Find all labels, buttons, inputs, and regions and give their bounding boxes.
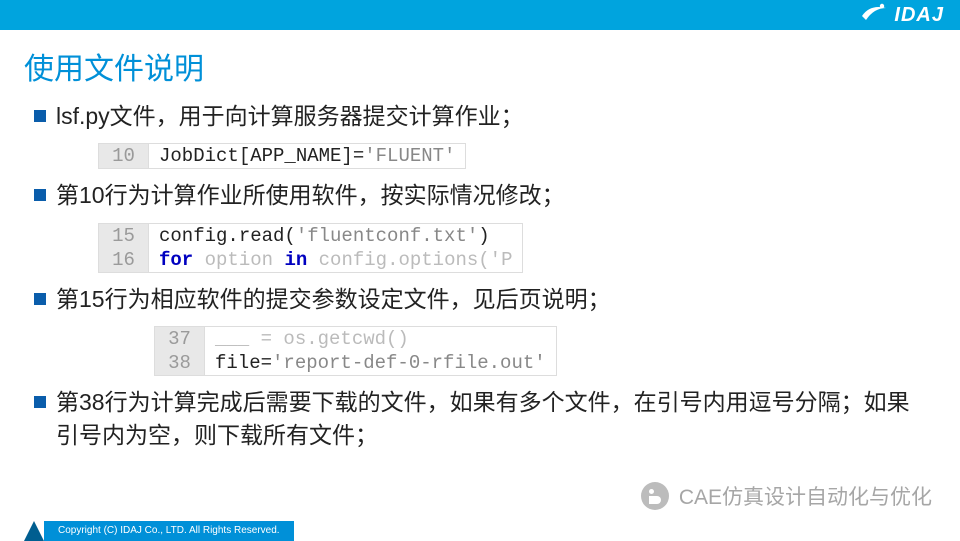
logo-swoosh-icon xyxy=(860,2,888,29)
code-snippet-1: 10 JobDict[APP_NAME]='FLUENT' xyxy=(98,143,466,169)
code-line: config.read('fluentconf.txt') xyxy=(149,224,500,248)
brand-text: IDAJ xyxy=(894,4,944,27)
copyright: Copyright (C) IDAJ Co., LTD. All Rights … xyxy=(44,521,294,541)
code-line: for option in config.options('P xyxy=(149,248,522,272)
watermark-text: CAE仿真设计自动化与优化 xyxy=(679,481,932,511)
bullet-square-icon xyxy=(34,396,46,408)
code-line: file='report-def-0-rfile.out' xyxy=(205,351,556,375)
watermark: CAE仿真设计自动化与优化 xyxy=(641,481,932,511)
slide-title: 使用文件说明 xyxy=(24,44,204,88)
bullet-square-icon xyxy=(34,293,46,305)
bullet-square-icon xyxy=(34,110,46,122)
bullet-item: lsf.py文件，用于向计算服务器提交计算作业； xyxy=(34,100,926,133)
bullet-text: lsf.py文件，用于向计算服务器提交计算作业； xyxy=(56,100,524,133)
line-number: 15 xyxy=(99,224,149,248)
bullet-item: 第38行为计算完成后需要下载的文件，如果有多个文件，在引号内用逗号分隔；如果引号… xyxy=(34,386,926,453)
code-line: JobDict[APP_NAME]='FLUENT' xyxy=(149,144,465,168)
code-line: ___ = os.getcwd() xyxy=(205,327,419,351)
line-number: 37 xyxy=(155,327,205,351)
bullet-text: 第10行为计算作业所使用软件，按实际情况修改； xyxy=(56,179,565,212)
bullet-text: 第15行为相应软件的提交参数设定文件，见后页说明； xyxy=(56,283,611,316)
code-snippet-3: 37 ___ = os.getcwd() 38 file='report-def… xyxy=(154,326,557,376)
line-number: 38 xyxy=(155,351,205,375)
bullet-square-icon xyxy=(34,189,46,201)
bullet-item: 第15行为相应软件的提交参数设定文件，见后页说明； xyxy=(34,283,926,316)
footer-triangle-icon xyxy=(24,521,44,541)
brand-logo: IDAJ xyxy=(860,2,944,29)
topbar xyxy=(0,0,960,30)
content-area: lsf.py文件，用于向计算服务器提交计算作业； 10 JobDict[APP_… xyxy=(34,100,926,461)
bullet-item: 第10行为计算作业所使用软件，按实际情况修改； xyxy=(34,179,926,212)
line-number: 10 xyxy=(99,144,149,168)
bullet-text: 第38行为计算完成后需要下载的文件，如果有多个文件，在引号内用逗号分隔；如果引号… xyxy=(56,386,926,453)
wechat-icon xyxy=(641,482,669,510)
line-number: 16 xyxy=(99,248,149,272)
code-snippet-2: 15 config.read('fluentconf.txt') 16 for … xyxy=(98,223,523,273)
